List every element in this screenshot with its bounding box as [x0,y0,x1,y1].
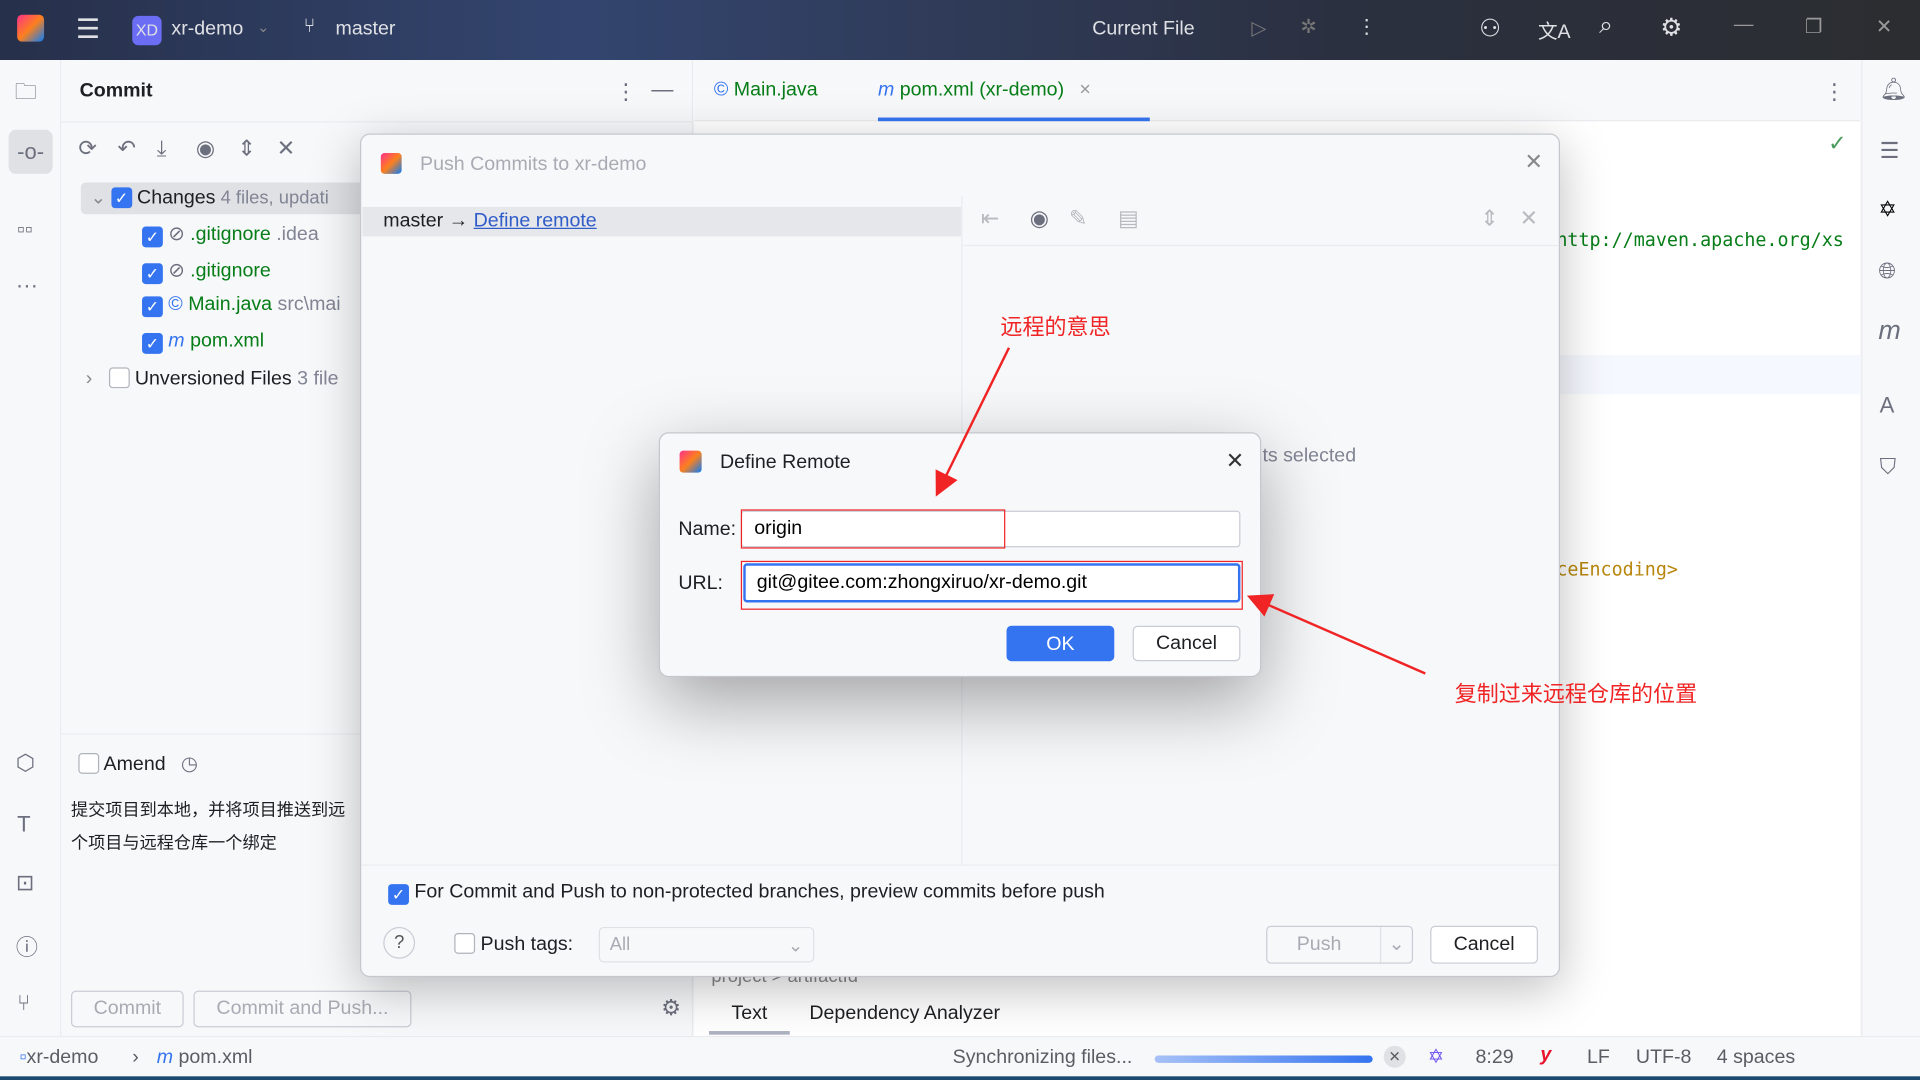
annotation-text: 远程的意思 [1000,314,1111,341]
annotation-arrow [935,347,1011,497]
annotation-arrow [1246,594,1426,675]
annotation-arrows [935,347,1426,675]
annotation-text: 复制过来远程仓库的位置 [1454,682,1698,708]
